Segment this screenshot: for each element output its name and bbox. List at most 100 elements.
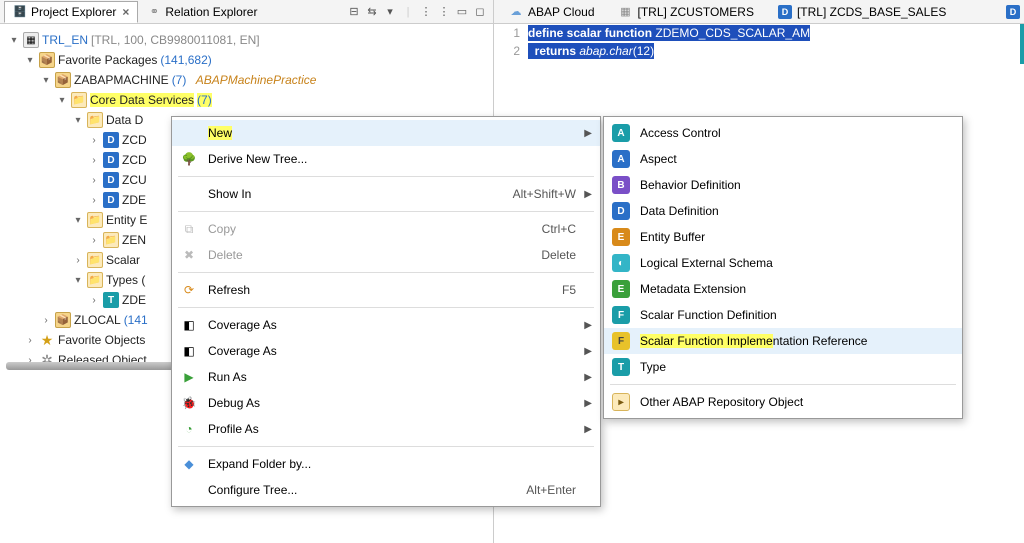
cds-folder-node[interactable]: ▾ 📁 Core Data Services (7) bbox=[6, 90, 493, 110]
chevron-right-icon[interactable]: › bbox=[88, 295, 100, 306]
menu-separator bbox=[178, 446, 594, 447]
menu-item[interactable]: 🐞Debug As▶ bbox=[172, 390, 600, 416]
object-type-icon: B bbox=[612, 176, 630, 194]
menu-item[interactable]: ◆Expand Folder by... bbox=[172, 451, 600, 477]
menu-item[interactable]: ◔Profile As▶ bbox=[172, 416, 600, 442]
submenu-item[interactable]: FScalar Function Implementation Referenc… bbox=[604, 328, 962, 354]
favorite-packages-node[interactable]: ▾ 📦 Favorite Packages (141,682) bbox=[6, 50, 493, 70]
submenu-item[interactable]: EEntity Buffer bbox=[604, 224, 962, 250]
menu-item-label: Coverage As bbox=[208, 318, 576, 332]
folder-icon: 📁 bbox=[103, 232, 119, 248]
menu-item[interactable]: 🌳Derive New Tree... bbox=[172, 146, 600, 172]
code-editor[interactable]: 1define scalar function ZDEMO_CDS_SCALAR… bbox=[494, 24, 1024, 60]
submenu-item[interactable]: TType bbox=[604, 354, 962, 380]
menu-item[interactable]: Configure Tree...Alt+Enter bbox=[172, 477, 600, 503]
tab-label: [TRL] ZCUSTOMERS bbox=[638, 5, 754, 19]
project-node[interactable]: ▾ ▦ TRL_EN [TRL, 100, CB9980011081, EN] bbox=[6, 30, 493, 50]
menu-item-label: Configure Tree... bbox=[208, 483, 486, 497]
editor-tab-abap-cloud[interactable]: ☁ ABAP Cloud bbox=[498, 1, 606, 23]
chevron-right-icon[interactable]: › bbox=[24, 335, 36, 346]
overflow-tab[interactable]: D bbox=[1006, 4, 1024, 19]
menu-item-label: Copy bbox=[208, 222, 502, 236]
editor-tab-zcds-base-sales[interactable]: D [TRL] ZCDS_BASE_SALES bbox=[767, 1, 957, 23]
tab-relation-explorer[interactable]: ⚭ Relation Explorer bbox=[138, 1, 266, 23]
new-submenu: A Access Control AAspectBBehavior Definiti… bbox=[603, 116, 963, 419]
view-menu-icon[interactable]: ⋮ bbox=[437, 5, 451, 19]
folder-icon: 📁 bbox=[71, 92, 87, 108]
chevron-down-icon[interactable]: ▾ bbox=[8, 35, 20, 46]
minimize-icon[interactable]: ▭ bbox=[455, 5, 469, 19]
menu-item[interactable]: Show InAlt+Shift+W▶ bbox=[172, 181, 600, 207]
chevron-right-icon: ▶ bbox=[584, 128, 592, 139]
sep: | bbox=[401, 5, 415, 19]
item-label: ZCD bbox=[122, 133, 147, 147]
object-type-icon: T bbox=[612, 358, 630, 376]
object-type-icon: F bbox=[612, 332, 630, 350]
overview-ruler bbox=[1020, 24, 1024, 64]
chevron-right-icon[interactable]: › bbox=[88, 235, 100, 246]
chevron-right-icon: ▶ bbox=[584, 346, 592, 357]
cds-count: (7) bbox=[197, 93, 212, 107]
chevron-right-icon[interactable]: › bbox=[88, 135, 100, 146]
scalar-label: Scalar bbox=[106, 253, 140, 267]
line-number: 2 bbox=[498, 42, 520, 60]
menu-item[interactable]: ⟳RefreshF5 bbox=[172, 277, 600, 303]
zlocal-count: (141 bbox=[124, 313, 148, 327]
menu-item[interactable]: ◧Coverage As▶ bbox=[172, 338, 600, 364]
close-icon[interactable]: × bbox=[122, 5, 129, 19]
menu-item: ✖DeleteDelete bbox=[172, 242, 600, 268]
filter-icon[interactable]: ▾ bbox=[383, 5, 397, 19]
chevron-right-icon[interactable]: › bbox=[88, 175, 100, 186]
menu-item-label: Derive New Tree... bbox=[208, 152, 576, 166]
code-keyword: define scalar function bbox=[528, 26, 652, 40]
editor-tab-zcustomers[interactable]: ▦ [TRL] ZCUSTOMERS bbox=[608, 1, 765, 23]
submenu-item[interactable]: DData Definition bbox=[604, 198, 962, 224]
link-editor-icon[interactable]: ⇆ bbox=[365, 5, 379, 19]
x-icon: ✖ bbox=[180, 246, 198, 264]
submenu-item-label: Access Control bbox=[640, 126, 938, 140]
chevron-down-icon[interactable]: ▾ bbox=[72, 115, 84, 126]
collapse-all-icon[interactable]: ⊟ bbox=[347, 5, 361, 19]
folder-icon: 📁 bbox=[87, 112, 103, 128]
submenu-item[interactable]: FScalar Function Definition bbox=[604, 302, 962, 328]
submenu-item-label: Logical External Schema bbox=[640, 256, 938, 270]
view-tab-bar: 🗄️ Project Explorer × ⚭ Relation Explore… bbox=[0, 0, 493, 24]
project-name: TRL_EN bbox=[42, 33, 88, 47]
blank-icon bbox=[180, 185, 198, 203]
menu-icon[interactable]: ⋮ bbox=[419, 5, 433, 19]
menu-item[interactable]: ◧Coverage As▶ bbox=[172, 312, 600, 338]
pkg-desc: ABAPMachinePractice bbox=[196, 73, 317, 87]
menu-item[interactable]: ▶Run As▶ bbox=[172, 364, 600, 390]
d-icon: D bbox=[1006, 5, 1020, 19]
chevron-down-icon[interactable]: ▾ bbox=[72, 215, 84, 226]
chevron-right-icon[interactable]: › bbox=[40, 315, 52, 326]
chevron-right-icon[interactable]: › bbox=[72, 255, 84, 266]
code-paren: (12) bbox=[633, 44, 654, 58]
menu-item[interactable]: New▶ bbox=[172, 120, 600, 146]
submenu-item[interactable]: BBehavior Definition bbox=[604, 172, 962, 198]
submenu-item[interactable]: EMetadata Extension bbox=[604, 276, 962, 302]
package-node[interactable]: ▾ 📦 ZABAPMACHINE (7) ABAPMachinePractice bbox=[6, 70, 493, 90]
menu-item-label: Show In bbox=[208, 187, 473, 201]
chevron-down-icon[interactable]: ▾ bbox=[24, 55, 36, 66]
object-type-icon: A bbox=[612, 124, 630, 142]
chevron-down-icon[interactable]: ▾ bbox=[72, 275, 84, 286]
dd-label: Data D bbox=[106, 113, 143, 127]
tab-label: [TRL] ZCDS_BASE_SALES bbox=[797, 5, 946, 19]
submenu-item[interactable]: AAspect bbox=[604, 146, 962, 172]
submenu-item-label: Data Definition bbox=[640, 204, 938, 218]
menu-shortcut: Ctrl+C bbox=[542, 222, 576, 236]
submenu-item-other[interactable]: ▸Other ABAP Repository Object bbox=[604, 389, 962, 415]
tab-project-explorer[interactable]: 🗄️ Project Explorer × bbox=[4, 1, 138, 23]
chevron-down-icon[interactable]: ▾ bbox=[56, 95, 68, 106]
chevron-right-icon[interactable]: › bbox=[88, 195, 100, 206]
menu-separator bbox=[178, 307, 594, 308]
maximize-icon[interactable]: ◻ bbox=[473, 5, 487, 19]
object-type-icon: E bbox=[612, 228, 630, 246]
submenu-item[interactable]: ◐Logical External Schema bbox=[604, 250, 962, 276]
chevron-down-icon[interactable]: ▾ bbox=[40, 75, 52, 86]
menu-item-label: Run As bbox=[208, 370, 576, 384]
item-label: ZCU bbox=[122, 173, 147, 187]
chevron-right-icon[interactable]: › bbox=[88, 155, 100, 166]
submenu-item[interactable]: A Access Control bbox=[604, 120, 962, 146]
